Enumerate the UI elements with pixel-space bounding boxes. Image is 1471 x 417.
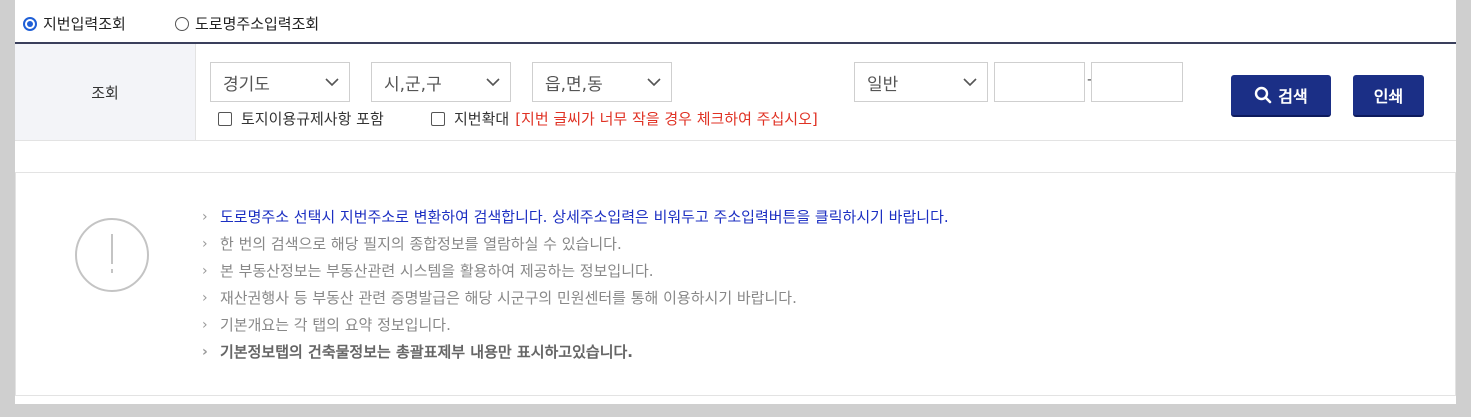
print-button[interactable]: 인쇄 xyxy=(1353,75,1424,117)
lot-type-select-value: 일반 xyxy=(867,74,899,95)
list-item: 기본개요는 각 탭의 요약 정보입니다. xyxy=(202,312,949,339)
radio-unchecked-icon[interactable] xyxy=(175,16,189,31)
radio-lot-number-label: 지번입력조회 xyxy=(43,15,126,33)
search-row: 조회 경기도 시,군,구 읍,면,동 일반 - 검색 인쇄 토지이용규제사항 포… xyxy=(15,44,1456,141)
chevron-down-icon xyxy=(325,78,339,87)
land-use-checkbox-label: 토지이용규제사항 포함 xyxy=(241,110,384,128)
sub-number-input[interactable] xyxy=(1091,62,1183,102)
search-button-label: 검색 xyxy=(1278,87,1308,106)
radio-road-address-label: 도로명주소입력조회 xyxy=(195,15,320,33)
list-item: 기본정보탭의 건축물정보는 총괄표제부 내용만 표시하고있습니다. xyxy=(202,339,949,366)
town-select-value: 읍,면,동 xyxy=(545,74,603,95)
lot-type-select[interactable]: 일반 xyxy=(854,62,988,102)
radio-road-address[interactable]: 도로명주소입력조회 xyxy=(175,13,319,34)
notice-list: 도로명주소 선택시 지번주소로 변환하여 검색합니다. 상세주소입력은 비워두고… xyxy=(202,204,949,366)
town-select[interactable]: 읍,면,동 xyxy=(532,62,672,102)
search-label: 조회 xyxy=(15,44,196,140)
search-icon xyxy=(1255,86,1272,104)
zoom-lot-checkbox-label: 지번확대 xyxy=(454,110,510,128)
zoom-lot-note: [지번 글씨가 너무 작을 경우 체크하여 주십시오] xyxy=(515,110,818,128)
checkbox-icon[interactable] xyxy=(218,111,232,126)
list-item: 도로명주소 선택시 지번주소로 변환하여 검색합니다. 상세주소입력은 비워두고… xyxy=(202,204,949,231)
print-button-label: 인쇄 xyxy=(1373,87,1404,106)
province-select-value: 경기도 xyxy=(223,74,270,95)
chevron-down-icon xyxy=(486,78,500,87)
list-item: 한 번의 검색으로 해당 필지의 종합정보를 열람하실 수 있습니다. xyxy=(202,231,949,258)
city-select-value: 시,군,구 xyxy=(384,74,442,95)
chevron-down-icon xyxy=(647,78,661,87)
search-panel: 지번입력조회 도로명주소입력조회 조회 경기도 시,군,구 읍,면,동 일반 - xyxy=(15,0,1456,404)
main-number-input[interactable] xyxy=(994,62,1085,102)
radio-checked-icon[interactable] xyxy=(23,16,37,31)
chevron-down-icon xyxy=(963,78,977,87)
search-button[interactable]: 검색 xyxy=(1231,75,1331,117)
exclamation-circle-icon xyxy=(75,218,149,292)
zoom-lot-checkbox[interactable]: 지번확대 [지번 글씨가 너무 작을 경우 체크하여 주십시오] xyxy=(431,108,818,129)
city-select[interactable]: 시,군,구 xyxy=(371,62,511,102)
list-item: 재산권행사 등 부동산 관련 증명발급은 해당 시군구의 민원센터를 통해 이용… xyxy=(202,285,949,312)
search-mode-row: 지번입력조회 도로명주소입력조회 xyxy=(15,0,1456,44)
checkbox-icon[interactable] xyxy=(431,111,445,126)
list-item: 본 부동산정보는 부동산관련 시스템을 활용하여 제공하는 정보입니다. xyxy=(202,258,949,285)
info-box: 도로명주소 선택시 지번주소로 변환하여 검색합니다. 상세주소입력은 비워두고… xyxy=(15,172,1456,396)
radio-lot-number[interactable]: 지번입력조회 xyxy=(23,13,126,34)
province-select[interactable]: 경기도 xyxy=(210,62,350,102)
land-use-checkbox[interactable]: 토지이용규제사항 포함 xyxy=(218,108,384,129)
